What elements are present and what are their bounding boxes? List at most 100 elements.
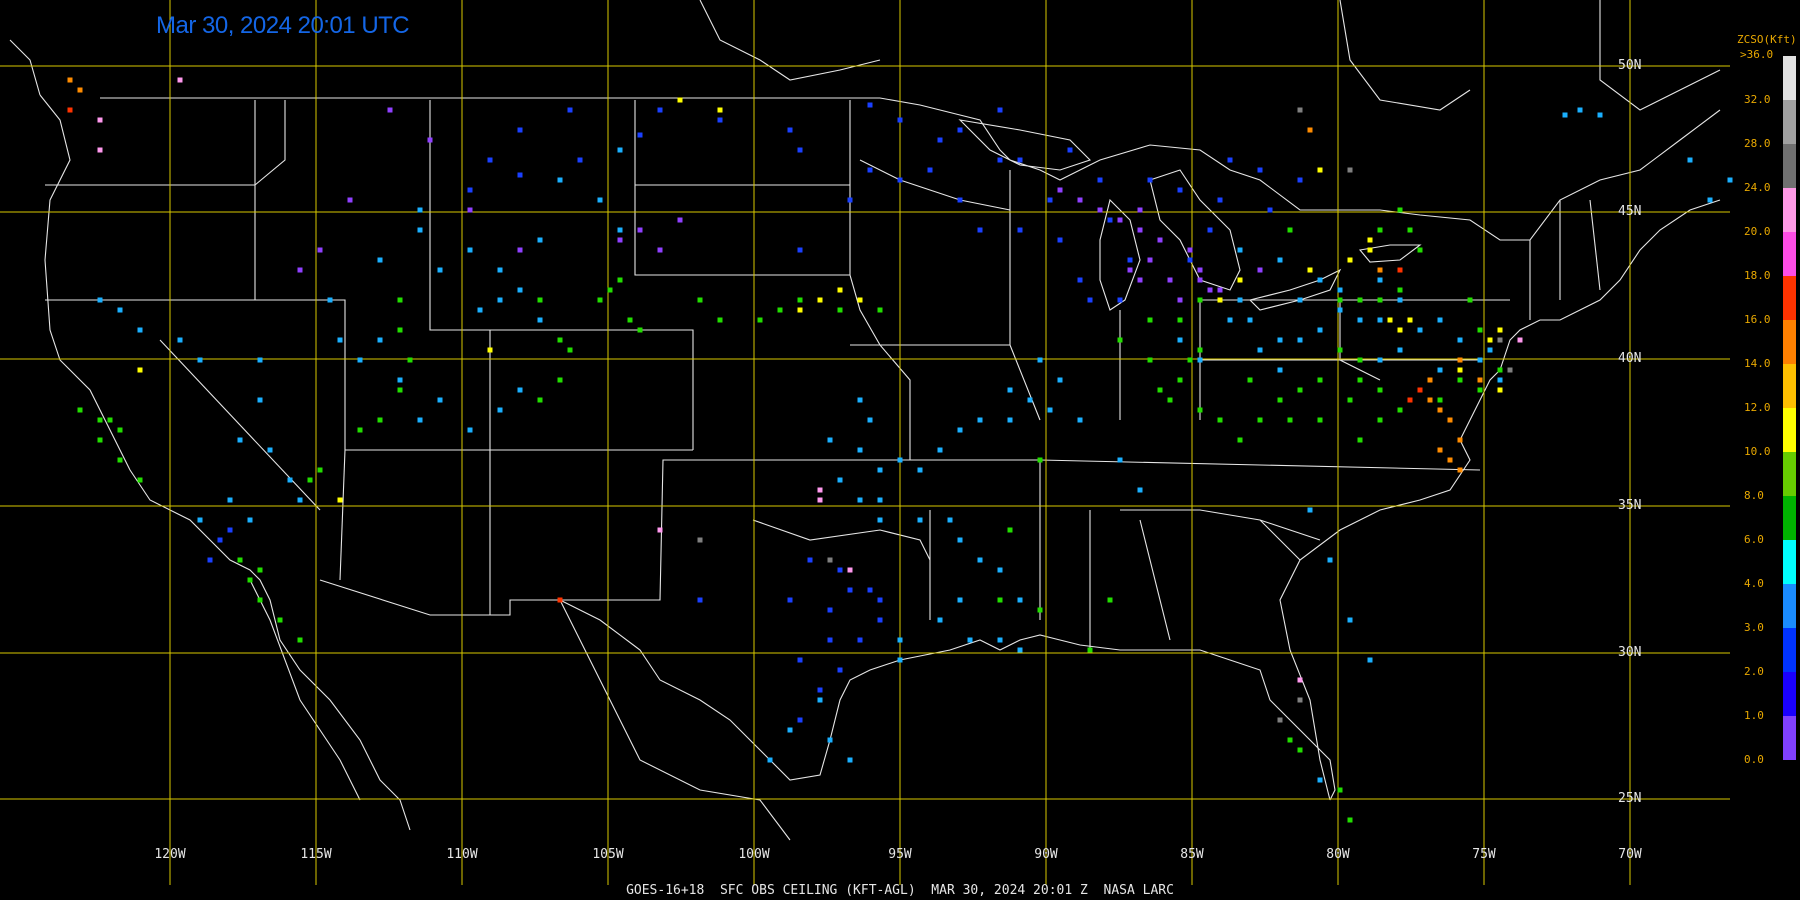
station-marker [837, 567, 843, 573]
ceiling-map [0, 0, 1796, 885]
station-marker [1067, 147, 1073, 153]
state-boundaries [9, 0, 1721, 841]
station-marker [97, 147, 103, 153]
legend-tick-label: 0.0 [1744, 753, 1764, 766]
station-marker [1077, 417, 1083, 423]
station-marker [867, 587, 873, 593]
station-marker [497, 267, 503, 273]
longitude-label: 75W [1472, 847, 1496, 862]
legend-title: ZCSO(Kft) [1737, 33, 1797, 46]
station-marker [917, 517, 923, 523]
legend-tick-label: 3.0 [1744, 621, 1764, 634]
station-marker [1317, 417, 1323, 423]
station-marker [137, 477, 143, 483]
station-marker [1347, 817, 1353, 823]
station-marker [957, 537, 963, 543]
station-marker [1237, 437, 1243, 443]
legend-tick-label: 16.0 [1744, 313, 1771, 326]
station-marker [1477, 327, 1483, 333]
station-marker [1277, 257, 1283, 263]
station-marker [967, 637, 973, 643]
station-marker [1277, 367, 1283, 373]
legend-tick-label: 6.0 [1744, 533, 1764, 546]
station-marker [1337, 787, 1343, 793]
station-marker [837, 307, 843, 313]
station-marker [1107, 217, 1113, 223]
station-marker [927, 167, 933, 173]
legend-max-label: >36.0 [1740, 48, 1774, 61]
station-marker [297, 497, 303, 503]
longitude-label: 110W [446, 847, 478, 862]
station-marker [247, 577, 253, 583]
station-marker [517, 287, 523, 293]
station-marker [717, 117, 723, 123]
station-marker [237, 437, 243, 443]
station-marker [977, 557, 983, 563]
station-marker [137, 367, 143, 373]
station-marker [977, 227, 983, 233]
station-marker [567, 347, 573, 353]
station-marker [1007, 387, 1013, 393]
station-marker [257, 597, 263, 603]
station-marker [517, 127, 523, 133]
station-marker [407, 357, 413, 363]
station-marker [297, 267, 303, 273]
station-marker [897, 457, 903, 463]
station-marker [537, 237, 543, 243]
station-marker [1137, 227, 1143, 233]
legend-tick-label: 18.0 [1744, 269, 1771, 282]
station-marker [1087, 647, 1093, 653]
station-marker [247, 517, 253, 523]
station-marker [517, 172, 523, 178]
station-marker [817, 487, 823, 493]
station-marker [1287, 737, 1293, 743]
station-marker [1137, 487, 1143, 493]
station-marker [1247, 377, 1253, 383]
legend-tick-label: 32.0 [1744, 93, 1771, 106]
station-marker [1687, 157, 1693, 163]
station-marker [897, 177, 903, 183]
station-marker [1297, 337, 1303, 343]
station-marker [137, 327, 143, 333]
station-marker [857, 297, 863, 303]
latitude-label: 45N [1618, 204, 1642, 219]
station-marker [377, 417, 383, 423]
color-scale-segment [1783, 364, 1796, 408]
station-marker [537, 397, 543, 403]
legend-tick-label: 14.0 [1744, 357, 1771, 370]
station-marker [897, 637, 903, 643]
station-marker [1227, 317, 1233, 323]
station-marker [807, 557, 813, 563]
station-marker [1297, 177, 1303, 183]
station-marker [337, 337, 343, 343]
station-marker [1297, 387, 1303, 393]
station-marker [387, 107, 393, 113]
station-marker [287, 477, 293, 483]
station-marker [627, 317, 633, 323]
station-marker [677, 97, 683, 103]
station-marker [1347, 257, 1353, 263]
station-marker [1237, 297, 1243, 303]
station-marker [1477, 377, 1483, 383]
station-marker [557, 597, 563, 603]
station-marker [1397, 207, 1403, 213]
station-marker [1597, 112, 1603, 118]
station-marker [297, 637, 303, 643]
station-marker [947, 517, 953, 523]
station-marker [1457, 367, 1463, 373]
station-marker [617, 147, 623, 153]
station-marker [1197, 277, 1203, 283]
station-marker [797, 297, 803, 303]
station-marker [867, 417, 873, 423]
station-marker [467, 187, 473, 193]
station-marker [857, 447, 863, 453]
station-marker [1347, 167, 1353, 173]
station-marker [97, 297, 103, 303]
station-marker [847, 757, 853, 763]
station-marker [657, 527, 663, 533]
longitude-label: 115W [300, 847, 332, 862]
station-marker [977, 417, 983, 423]
latitude-label: 30N [1618, 645, 1642, 660]
station-marker [1457, 377, 1463, 383]
station-marker [1047, 197, 1053, 203]
